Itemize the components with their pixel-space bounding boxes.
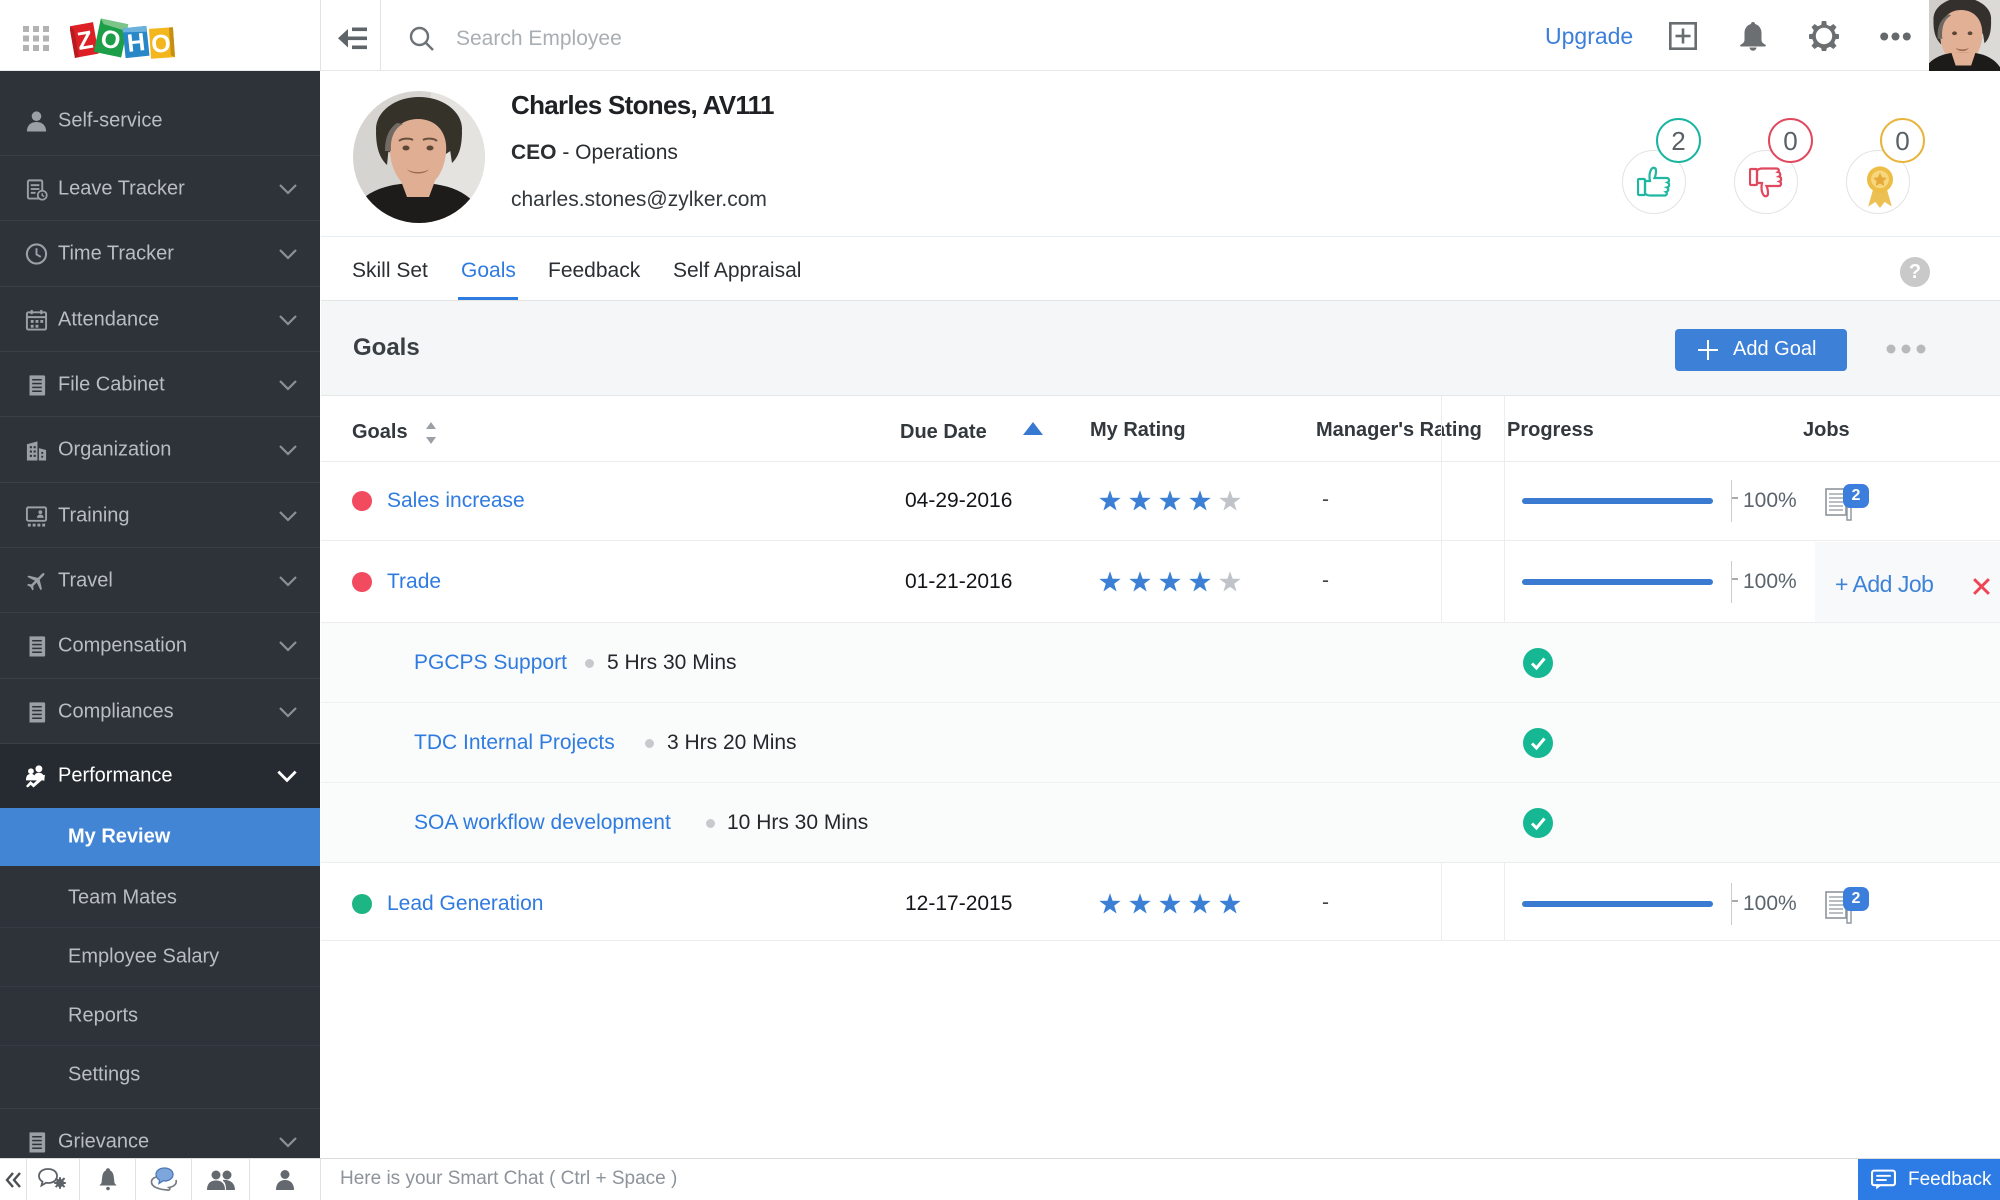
svg-text:H: H	[126, 28, 147, 58]
svg-text:O: O	[150, 29, 171, 58]
